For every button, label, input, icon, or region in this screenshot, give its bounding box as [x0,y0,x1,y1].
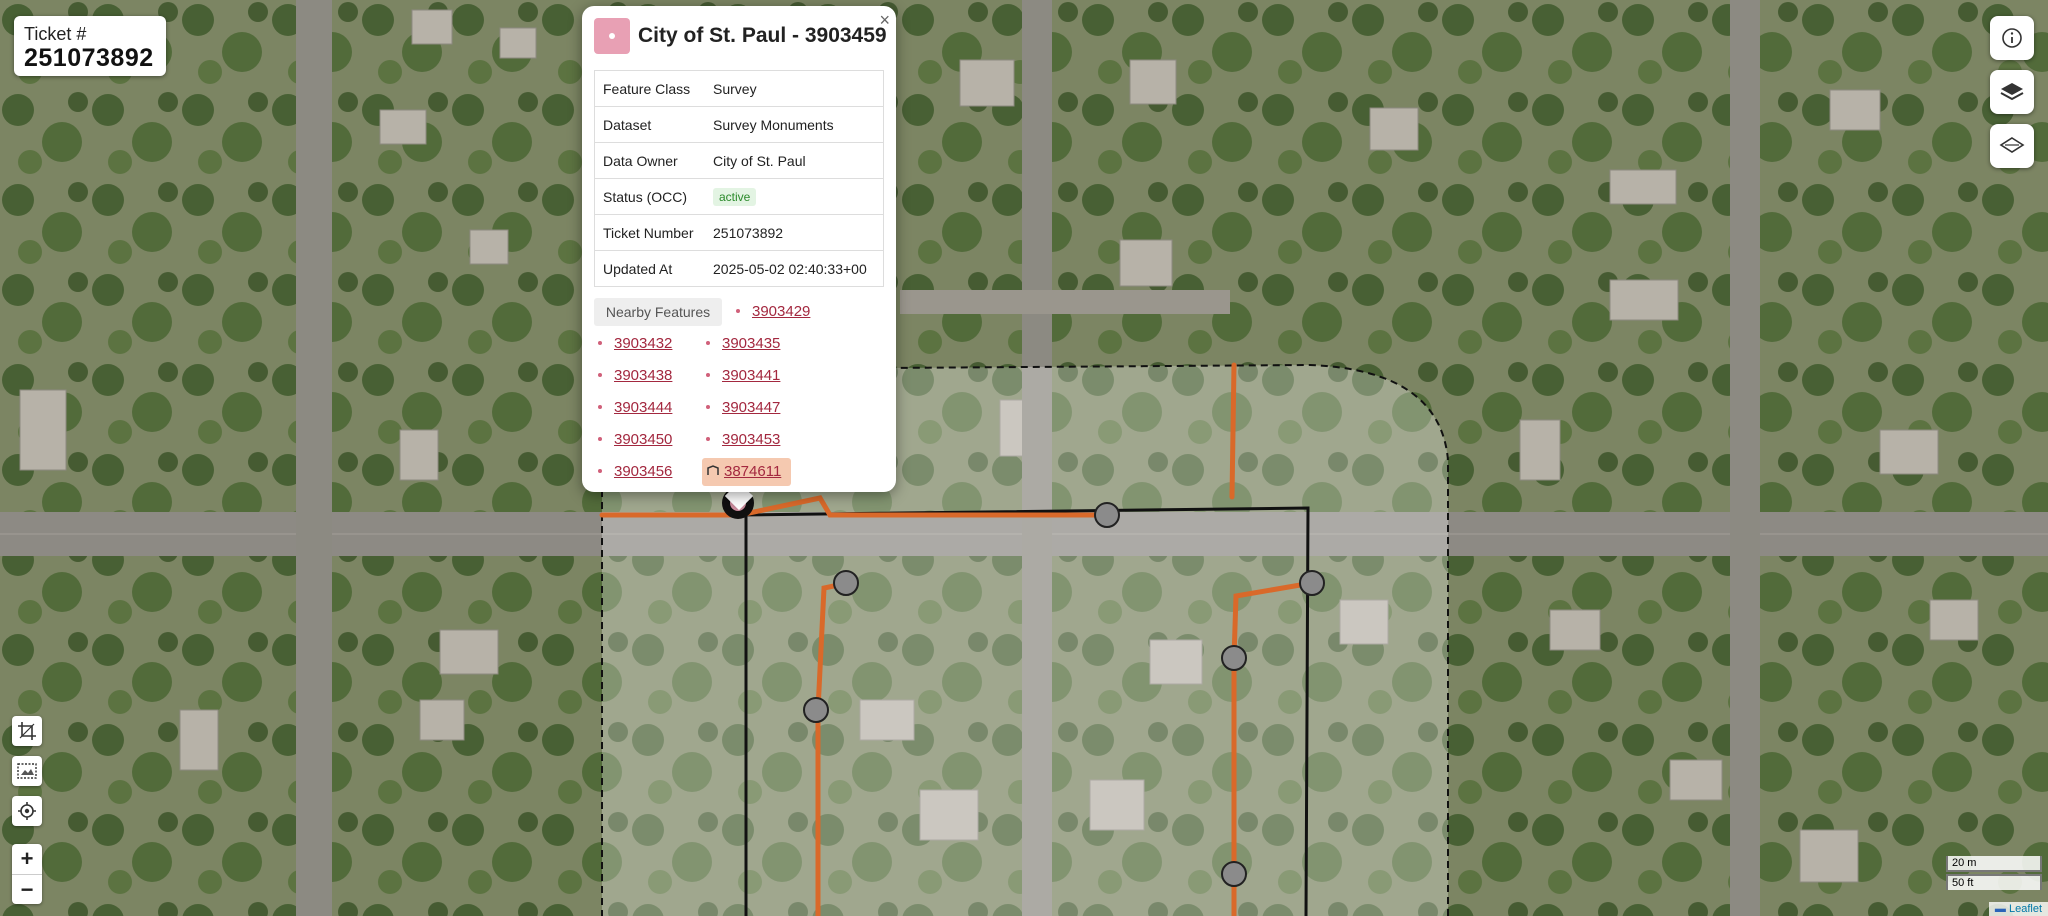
attr-key: Status (OCC) [594,178,705,215]
dot-icon [598,468,602,473]
attribute-table: Feature Class Survey Dataset Survey Monu… [594,70,884,287]
zoom-control: + − [12,844,42,904]
info-button[interactable] [1990,16,2034,60]
table-row: Ticket Number 251073892 [594,214,884,251]
ticket-label: Ticket # [24,24,87,44]
dot-icon [598,436,602,441]
layers-icon [2000,83,2024,101]
locate-icon [18,802,36,820]
dot-icon [706,372,710,377]
popup-header: City of St. Paul - 3903459 [594,18,887,54]
nearby-label: Nearby Features [594,298,722,326]
attr-value: City of St. Paul [705,142,884,179]
table-row: Updated At 2025-05-02 02:40:33+00 [594,250,884,287]
attr-key: Dataset [594,106,705,143]
basemap-button[interactable] [1990,124,2034,168]
attr-key: Feature Class [594,70,705,107]
nearby-link[interactable]: 3903429 [732,298,810,326]
attr-key: Updated At [594,250,705,287]
feature-popup: × City of St. Paul - 3903459 Feature Cla… [582,6,896,492]
nearby-link[interactable]: 3903444 [594,394,672,422]
map-canvas[interactable] [0,0,2048,916]
survey-monument-icon [594,18,630,54]
nearby-link[interactable]: 3903447 [702,394,780,422]
table-row: Data Owner City of St. Paul [594,142,884,179]
attr-value: Survey Monuments [705,106,884,143]
status-badge: active [713,187,757,206]
dot-icon [706,404,710,409]
attr-value: active [705,178,884,215]
attr-value: 2025-05-02 02:40:33+00 [705,250,884,287]
table-row: Status (OCC) active [594,178,884,215]
network-icon [702,458,724,486]
popup-title: City of St. Paul - 3903459 [638,24,887,47]
table-row: Feature Class Survey [594,70,884,107]
layers-button[interactable] [1990,70,2034,114]
nearby-link[interactable]: 3903456 [594,458,672,486]
scale-metric: 20 m [1946,856,2042,872]
table-row: Dataset Survey Monuments [594,106,884,143]
screenshot-tool-button[interactable] [12,756,42,786]
dot-icon [598,340,602,345]
attr-key: Ticket Number [594,214,705,251]
ticket-number: 251073892 [24,44,154,72]
zoom-in-button[interactable]: + [12,844,42,875]
scale-imperial: 50 ft [1946,874,2042,890]
locate-button[interactable] [12,796,42,826]
nearby-link[interactable]: 3874611 [702,458,792,486]
crop-tool-button[interactable] [12,716,42,746]
dot-icon [598,404,602,409]
info-icon [2002,28,2022,48]
nearby-link[interactable]: 3903438 [594,362,672,390]
attr-value: 251073892 [705,214,884,251]
nearby-link[interactable]: 3903441 [702,362,780,390]
dot-icon [706,436,710,441]
attr-key: Data Owner [594,142,705,179]
ticket-card: Ticket # 251073892 [14,16,166,76]
dot-icon [598,372,602,377]
leaflet-icon: ▬ [1994,903,2006,915]
zoom-out-button[interactable]: − [12,875,42,905]
attr-value: Survey [705,70,884,107]
dot-icon [706,340,710,345]
nearby-link[interactable]: 3903450 [594,426,672,454]
nearby-link[interactable]: 3903435 [702,330,780,358]
attribution[interactable]: ▬ Leaflet [1988,902,2048,916]
nearby-link[interactable]: 3903432 [594,330,672,358]
dot-icon [736,308,740,313]
basemap-icon [1999,137,2025,153]
crop-icon [18,722,36,740]
nearby-link[interactable]: 3903453 [702,426,780,454]
image-select-icon [17,763,37,779]
